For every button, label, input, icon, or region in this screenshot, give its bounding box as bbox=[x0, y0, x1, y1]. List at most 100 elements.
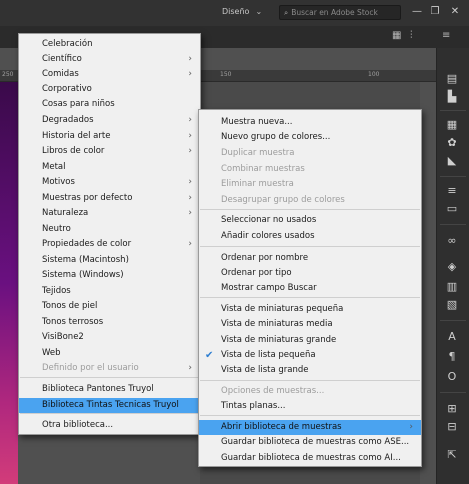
stock-search-input[interactable]: ⌕ Buscar en Adobe Stock bbox=[279, 5, 401, 20]
swatches-menu-nuevo-grupo-de-colores[interactable]: Nuevo grupo de colores... bbox=[199, 130, 421, 145]
menu-item-label: Desagrupar grupo de colores bbox=[221, 195, 345, 205]
library-item-muestras-por-defecto[interactable]: Muestras por defecto › bbox=[19, 191, 200, 206]
library-item-cosas-para-ninos[interactable]: Cosas para niños bbox=[19, 97, 200, 112]
library-item-biblioteca-tintas-tecnicas-truyol[interactable]: Biblioteca Tintas Tecnicas Truyol bbox=[19, 398, 200, 413]
swatches-menu-vista-de-lista-pequena[interactable]: ✔ Vista de lista pequeña bbox=[199, 348, 421, 363]
library-item-tonos-terrosos[interactable]: Tonos terrosos bbox=[19, 315, 200, 330]
library-item-propiedades-de-color[interactable]: Propiedades de color › bbox=[19, 237, 200, 252]
menu-item-label: Duplicar muestra bbox=[221, 148, 295, 158]
chevron-right-icon: › bbox=[188, 131, 192, 141]
library-item-comidas[interactable]: Comidas › bbox=[19, 67, 200, 82]
library-item-metal[interactable]: Metal bbox=[19, 160, 200, 175]
menu-item-label: Biblioteca Tintas Tecnicas Truyol bbox=[42, 400, 179, 410]
menu-item-label: Tejidos bbox=[42, 286, 71, 296]
swatches-menu-vista-de-miniaturas-media[interactable]: Vista de miniaturas media bbox=[199, 317, 421, 332]
artboards-icon[interactable]: ▥ bbox=[443, 280, 461, 294]
swatches-menu-vista-de-miniaturas-pequena[interactable]: Vista de miniaturas pequeña bbox=[199, 302, 421, 317]
menu-item-label: Guardar biblioteca de muestras como AI..… bbox=[221, 453, 401, 463]
swatches-menu-abrir-biblioteca-de-muestras[interactable]: Abrir biblioteca de muestras › bbox=[199, 420, 421, 435]
library-item-naturaleza[interactable]: Naturaleza › bbox=[19, 206, 200, 221]
dock-divider bbox=[440, 176, 466, 177]
swatches-menu-mostrar-campo-buscar[interactable]: Mostrar campo Buscar bbox=[199, 281, 421, 296]
menu-item-label: Degradados bbox=[42, 115, 94, 125]
menu-item-label: Comidas bbox=[42, 69, 79, 79]
swatches-menu-seleccionar-no-usados[interactable]: Seleccionar no usados bbox=[199, 213, 421, 228]
library-item-tejidos[interactable]: Tejidos bbox=[19, 284, 200, 299]
menu-item-label: Metal bbox=[42, 162, 66, 172]
menu-item-label: Vista de miniaturas grande bbox=[221, 335, 337, 345]
asset-export-icon[interactable]: ▧ bbox=[443, 298, 461, 312]
library-item-celebracion[interactable]: Celebración bbox=[19, 37, 200, 52]
transform-icon[interactable]: ⊞ bbox=[443, 402, 461, 416]
menu-item-label: Biblioteca Pantones Truyol bbox=[42, 384, 154, 394]
close-button[interactable]: ✕ bbox=[446, 4, 464, 20]
library-item-web[interactable]: Web bbox=[19, 346, 200, 361]
properties-icon[interactable]: ▤ bbox=[443, 72, 461, 86]
minimize-button[interactable]: — bbox=[408, 4, 426, 20]
library-item-visibone2[interactable]: VisiBone2 bbox=[19, 330, 200, 345]
swatches-menu-guardar-biblioteca-de-muestras-como-ai[interactable]: Guardar biblioteca de muestras como AI..… bbox=[199, 451, 421, 466]
swatches-menu-guardar-biblioteca-de-muestras-como-ase[interactable]: Guardar biblioteca de muestras como ASE.… bbox=[199, 435, 421, 450]
library-item-motivos[interactable]: Motivos › bbox=[19, 175, 200, 190]
swatches-menu-combinar-muestras: Combinar muestras bbox=[199, 162, 421, 177]
menu-item-label: Abrir biblioteca de muestras bbox=[221, 422, 342, 432]
menu-item-label: Nuevo grupo de colores... bbox=[221, 132, 331, 142]
chevron-right-icon: › bbox=[409, 422, 413, 432]
chevron-right-icon: › bbox=[188, 177, 192, 187]
menu-item-label: Corporativo bbox=[42, 84, 92, 94]
layers-icon[interactable]: ▙ bbox=[443, 90, 461, 104]
menu-item-label: Eliminar muestra bbox=[221, 179, 294, 189]
library-item-biblioteca-pantones-truyol[interactable]: Biblioteca Pantones Truyol bbox=[19, 382, 200, 397]
library-item-neutro[interactable]: Neutro bbox=[19, 222, 200, 237]
arrange-documents-icon[interactable]: ▦ bbox=[392, 30, 401, 41]
menu-item-label: Cosas para niños bbox=[42, 99, 115, 109]
workspace-switcher[interactable]: Diseño ⌄ bbox=[222, 7, 262, 16]
menu-separator bbox=[200, 209, 420, 210]
library-item-sistema-windows[interactable]: Sistema (Windows) bbox=[19, 268, 200, 283]
panel-options-icon[interactable]: ⫶ bbox=[410, 30, 413, 41]
menu-item-label: Vista de lista pequeña bbox=[221, 350, 316, 360]
export-icon[interactable]: ⇱ bbox=[443, 448, 461, 462]
menu-item-label: Historia del arte bbox=[42, 131, 111, 141]
swatch-library-submenu: Celebración Científico › Comidas › Corporativ… bbox=[18, 33, 201, 435]
library-item-degradados[interactable]: Degradados › bbox=[19, 113, 200, 128]
library-item-sistema-macintosh[interactable]: Sistema (Macintosh) bbox=[19, 253, 200, 268]
menu-separator bbox=[200, 380, 420, 381]
library-item-otra-biblioteca[interactable]: Otra biblioteca... bbox=[19, 418, 200, 433]
paragraph-icon[interactable]: ¶ bbox=[443, 350, 461, 364]
swatches-menu-ordenar-por-nombre[interactable]: Ordenar por nombre bbox=[199, 251, 421, 266]
character-icon[interactable]: A bbox=[443, 330, 461, 344]
gradient-icon[interactable]: ▭ bbox=[443, 202, 461, 216]
brushes-icon[interactable]: ✿ bbox=[443, 136, 461, 150]
swatches-menu-tintas-planas[interactable]: Tintas planas... bbox=[199, 399, 421, 414]
library-item-historia-del-arte[interactable]: Historia del arte › bbox=[19, 129, 200, 144]
menu-item-label: Definido por el usuario bbox=[42, 363, 139, 373]
menu-icon[interactable]: ≡ bbox=[442, 30, 450, 41]
chevron-right-icon: › bbox=[188, 115, 192, 125]
library-item-cientifico[interactable]: Científico › bbox=[19, 52, 200, 67]
library-item-libros-de-color[interactable]: Libros de color › bbox=[19, 144, 200, 159]
chevron-right-icon: › bbox=[188, 208, 192, 218]
menu-item-label: Vista de miniaturas media bbox=[221, 319, 333, 329]
align-icon[interactable]: ⊟ bbox=[443, 420, 461, 434]
menu-item-label: Neutro bbox=[42, 224, 71, 234]
menu-item-label: Opciones de muestras... bbox=[221, 386, 325, 396]
swatches-icon[interactable]: ▦ bbox=[443, 118, 461, 132]
library-item-tonos-de-piel[interactable]: Tonos de piel bbox=[19, 299, 200, 314]
layers-stack-icon[interactable]: ◈ bbox=[443, 260, 461, 274]
symbols-icon[interactable]: ◣ bbox=[443, 154, 461, 168]
opentype-icon[interactable]: O bbox=[443, 370, 461, 384]
chevron-right-icon: › bbox=[188, 363, 192, 373]
menu-item-label: Combinar muestras bbox=[221, 164, 305, 174]
restore-button[interactable]: ❐ bbox=[426, 4, 444, 20]
swatches-menu-vista-de-lista-grande[interactable]: Vista de lista grande bbox=[199, 363, 421, 378]
menu-separator bbox=[200, 297, 420, 298]
swatches-panel-menu: Muestra nueva... Nuevo grupo de colores..… bbox=[198, 109, 422, 467]
library-item-corporativo[interactable]: Corporativo bbox=[19, 82, 200, 97]
swatches-menu-ordenar-por-tipo[interactable]: Ordenar por tipo bbox=[199, 266, 421, 281]
swatches-menu-muestra-nueva[interactable]: Muestra nueva... bbox=[199, 115, 421, 130]
swatches-menu-anadir-colores-usados[interactable]: Añadir colores usados bbox=[199, 229, 421, 244]
swatches-menu-vista-de-miniaturas-grande[interactable]: Vista de miniaturas grande bbox=[199, 333, 421, 348]
links-icon[interactable]: ∞ bbox=[443, 234, 461, 248]
stroke-icon[interactable]: ≡ bbox=[443, 184, 461, 198]
